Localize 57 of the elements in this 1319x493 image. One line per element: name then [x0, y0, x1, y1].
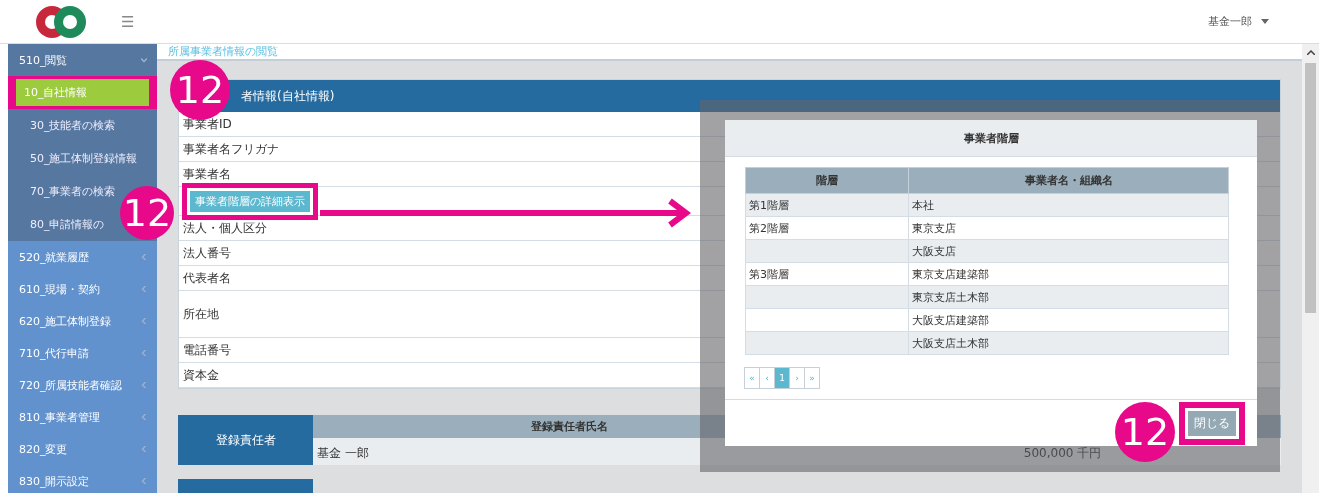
chevron-down-icon	[141, 57, 147, 63]
table-cell: 第2階層	[745, 216, 909, 240]
scroll-up-icon[interactable]	[1306, 50, 1315, 55]
table-cell: 本社	[908, 193, 1229, 217]
field-label: 法人・個人区分	[183, 219, 267, 237]
sidebar-group[interactable]: 820_変更	[8, 433, 157, 465]
field-label: 資本金	[183, 366, 219, 384]
modal-title: 事業者階層	[725, 120, 1257, 158]
table-cell: 大阪支店	[908, 239, 1229, 263]
chevron-left-icon	[141, 414, 147, 420]
arrow-icon	[320, 198, 692, 228]
field-label: 事業者名フリガナ	[183, 140, 279, 158]
sidebar-group[interactable]: 720_所属技能者確認	[8, 369, 157, 401]
page-button[interactable]: ›	[789, 367, 805, 390]
table-cell: 500,000 千円	[1023, 445, 1102, 462]
table-cell: 大阪支店建築部	[908, 308, 1229, 332]
scrollbar[interactable]	[1302, 44, 1319, 493]
chevron-left-icon	[141, 286, 147, 292]
sidebar-item[interactable]: 10_自社情報	[16, 79, 149, 106]
field-label: 所在地	[183, 305, 219, 323]
table-cell: 大阪支店土木部	[908, 331, 1229, 355]
field-label: 事業者名	[183, 165, 231, 183]
chevron-left-icon	[141, 478, 147, 484]
sidebar-group[interactable]: 620_施工体制登録	[8, 305, 157, 337]
field-label: 法人番号	[183, 244, 231, 262]
column-header: 階層	[745, 167, 909, 194]
caret-icon[interactable]	[1261, 19, 1269, 24]
page-button[interactable]: «	[744, 367, 760, 390]
column-header: 事業者名・組織名	[908, 167, 1229, 194]
chevron-left-icon	[141, 254, 147, 260]
table-cell: 東京支店	[908, 216, 1229, 240]
field-label: 電話番号	[183, 341, 231, 359]
chevron-left-icon	[141, 350, 147, 356]
table-cell: 基金 一郎	[317, 445, 369, 462]
sidebar-group[interactable]: 510_閲覧	[8, 44, 157, 76]
table-cell: 第3階層	[745, 262, 909, 286]
chevron-left-icon	[141, 446, 147, 452]
chevron-left-icon	[141, 382, 147, 388]
page-button[interactable]: 1	[774, 367, 790, 390]
close-button[interactable]: 閉じる	[1188, 410, 1236, 436]
table-cell: 東京支店建築部	[908, 262, 1229, 286]
sidebar-group[interactable]: 710_代行申請	[8, 337, 157, 369]
sidebar-group[interactable]: 520_就業履歴	[8, 241, 157, 273]
page-button[interactable]: ‹	[759, 367, 775, 390]
chevron-left-icon	[141, 318, 147, 324]
page-button[interactable]: »	[804, 367, 820, 390]
logo-icon	[35, 4, 87, 39]
table-cell: 第1階層	[745, 193, 909, 217]
sidebar-group[interactable]: 610_現場・契約	[8, 273, 157, 305]
menu-icon[interactable]: ☰	[121, 12, 135, 31]
sidebar-group[interactable]: 810_事業者管理	[8, 401, 157, 433]
table-cell: 東京支店土木部	[908, 285, 1229, 309]
sidebar-group[interactable]: 830_開示設定	[8, 465, 157, 493]
registrant-label: 登録責任者	[178, 415, 313, 465]
field-label: 代表者名	[183, 269, 231, 287]
breadcrumb-link[interactable]: 所属事業者情報の閲覧	[168, 44, 278, 59]
user-menu[interactable]: 基金一郎	[1208, 14, 1269, 29]
